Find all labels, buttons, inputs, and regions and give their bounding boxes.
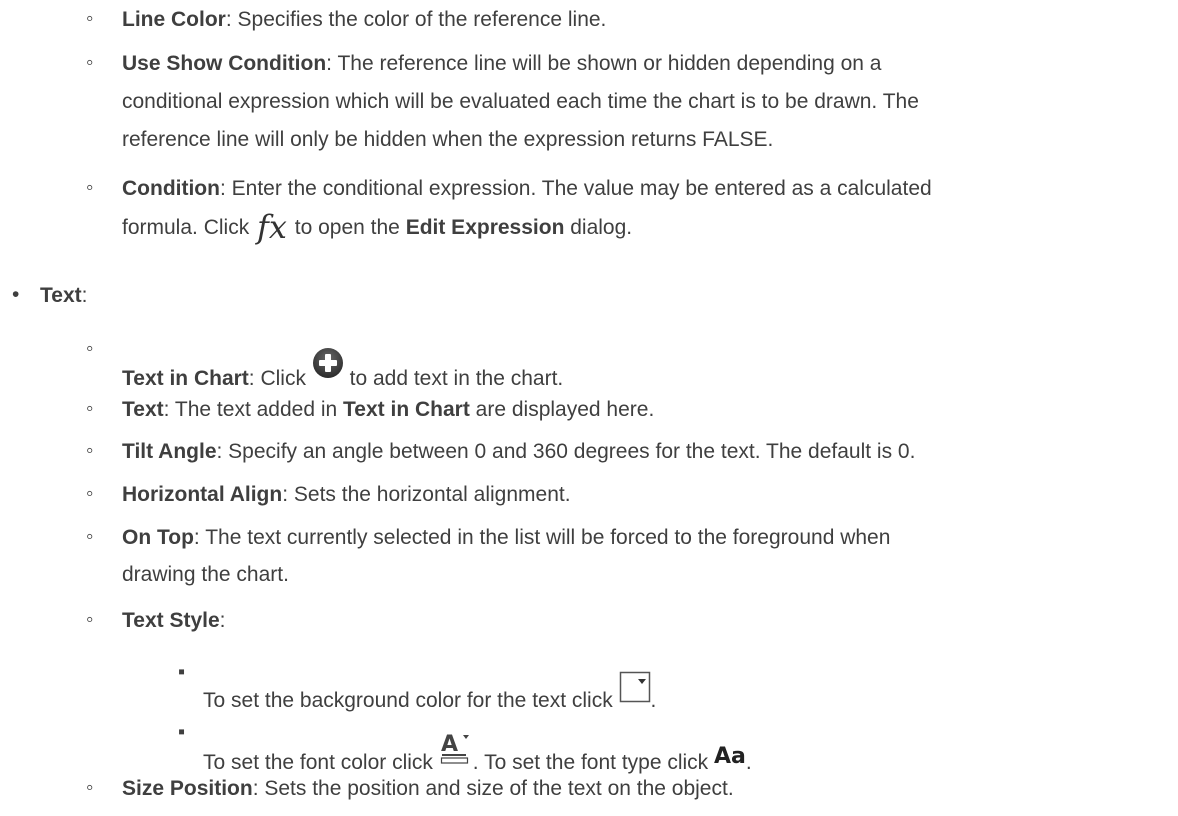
sub-bullet-marker: ◦ xyxy=(86,482,94,505)
tilt-angle-item: Tilt Angle: Specify an angle between 0 a… xyxy=(122,437,915,467)
sub-bullet-marker: ◦ xyxy=(86,439,94,462)
condition-desc-2c: dialog. xyxy=(564,216,633,239)
condition-desc-2a: formula. Click xyxy=(122,216,256,239)
sub-bullet-marker: ◦ xyxy=(86,525,94,548)
condition-desc-2b: to open the xyxy=(288,216,406,239)
font-type-icon: Aa xyxy=(714,744,746,769)
term-on-top: On Top xyxy=(122,526,194,549)
condition-line-2: formula. Click fx to open the Edit Expre… xyxy=(122,211,633,243)
text-style-colon: : xyxy=(219,609,226,632)
tilt-angle-desc: : Specify an angle between 0 and 360 deg… xyxy=(216,440,916,463)
term-text-in-chart-ref: Text in Chart xyxy=(343,398,470,421)
term-horizontal-align: Horizontal Align xyxy=(122,483,283,506)
font-color-text-a: To set the font color click xyxy=(203,751,439,774)
text-section-colon: : xyxy=(81,284,88,307)
fx-icon: fx xyxy=(257,208,287,246)
on-top-item: On Top: The text currently selected in t… xyxy=(122,523,890,553)
bg-color-text: To set the background color for the text… xyxy=(203,689,619,712)
condition-item: Condition: Enter the conditional express… xyxy=(122,174,932,204)
size-position-desc: : Sets the position and size of the text… xyxy=(252,777,734,800)
horizontal-align-desc: : Sets the horizontal alignment. xyxy=(282,483,571,506)
on-top-desc-1: : The text currently selected in the lis… xyxy=(193,526,891,549)
font-color-icon: A xyxy=(439,731,473,774)
on-top-desc-2: drawing the chart. xyxy=(122,563,289,586)
term-text-style: Text Style xyxy=(122,609,220,632)
sub-bullet-marker: ◦ xyxy=(86,776,94,799)
background-color-dropdown-icon xyxy=(619,671,651,712)
text-style-item: Text Style: xyxy=(122,606,226,636)
line-color-desc: : Specifies the color of the reference l… xyxy=(225,8,607,31)
text-in-chart-item: Text in Chart: Click to add text in the … xyxy=(122,347,563,394)
sub-bullet-marker: ◦ xyxy=(86,397,94,420)
term-size-position: Size Position xyxy=(122,777,253,800)
term-condition: Condition xyxy=(122,177,220,200)
text-item: Text: The text added in Text in Chart ar… xyxy=(122,395,654,425)
text-item-desc-b: are displayed here. xyxy=(469,398,655,421)
square-bullet-marker: ▪ xyxy=(178,721,186,743)
line-color-item: Line Color: Specifies the color of the r… xyxy=(122,5,606,35)
horizontal-align-item: Horizontal Align: Sets the horizontal al… xyxy=(122,480,571,510)
sub-bullet-marker: ◦ xyxy=(86,337,94,360)
condition-desc-1: : Enter the conditional expression. The … xyxy=(219,177,932,200)
svg-text:A: A xyxy=(441,732,458,757)
term-text-in-chart: Text in Chart xyxy=(122,367,249,390)
term-text-section: Text xyxy=(40,284,82,307)
bullet-marker: • xyxy=(12,283,20,306)
font-end: . xyxy=(745,751,752,774)
plus-circle-icon xyxy=(312,347,344,388)
text-item-desc-a: : The text added in xyxy=(163,398,344,421)
sub-bullet-marker: ◦ xyxy=(86,176,94,199)
sub-bullet-marker: ◦ xyxy=(86,51,94,74)
font-color-item: To set the font color click A . To set t… xyxy=(203,731,752,778)
term-tilt-angle: Tilt Angle xyxy=(122,440,217,463)
term-line-color: Line Color xyxy=(122,8,226,31)
term-use-show-condition: Use Show Condition xyxy=(122,52,327,75)
text-in-chart-desc-b: to add text in the chart. xyxy=(343,367,564,390)
show-condition-desc-2: conditional expression which will be eva… xyxy=(122,90,919,113)
text-in-chart-desc-a: : Click xyxy=(248,367,312,390)
sub-bullet-marker: ◦ xyxy=(86,7,94,30)
bg-color-item: To set the background color for the text… xyxy=(203,671,656,716)
font-color-text-b: . To set the font type click xyxy=(472,751,715,774)
show-condition-desc-1: : The reference line will be shown or hi… xyxy=(326,52,882,75)
sub-bullet-marker: ◦ xyxy=(86,608,94,631)
square-bullet-marker: ▪ xyxy=(178,661,186,683)
text-section-item: Text: xyxy=(40,281,87,311)
show-condition-item: Use Show Condition: The reference line w… xyxy=(122,49,881,79)
size-position-item: Size Position: Sets the position and siz… xyxy=(122,774,734,804)
bg-color-end: . xyxy=(650,689,657,712)
term-edit-expression: Edit Expression xyxy=(405,216,565,239)
show-condition-desc-3: reference line will only be hidden when … xyxy=(122,128,774,151)
term-text: Text xyxy=(122,398,164,421)
